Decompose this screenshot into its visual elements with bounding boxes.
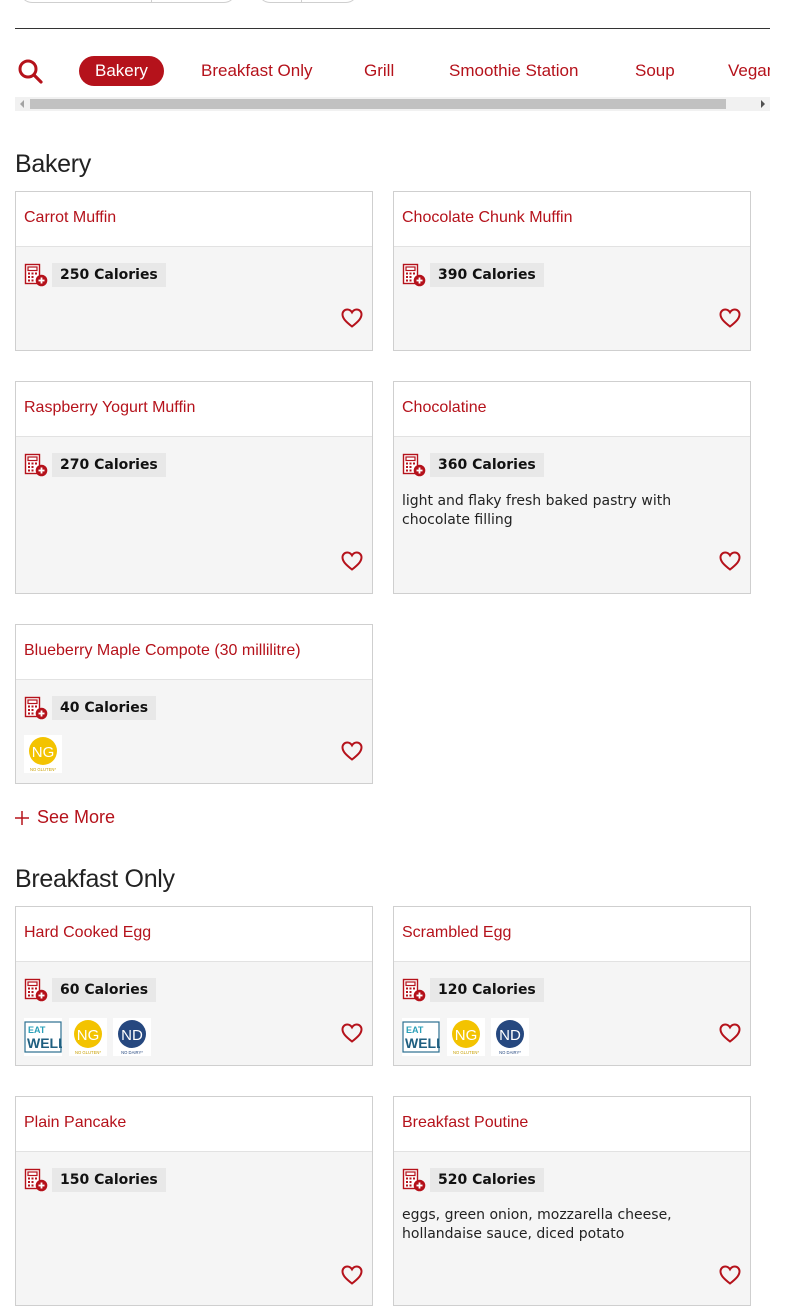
menu-item-name[interactable]: Chocolatine xyxy=(402,399,487,417)
calculator-add-icon[interactable] xyxy=(402,263,426,287)
nd-label: ND xyxy=(121,1027,143,1044)
calorie-badge: 40 Calories xyxy=(52,696,157,720)
tab-breakfast-only[interactable]: Breakfast Only xyxy=(201,56,313,86)
menu-item-name[interactable]: Carrot Muffin xyxy=(24,209,116,227)
card-header: Plain Pancake xyxy=(16,1097,372,1152)
search-icon[interactable] xyxy=(17,58,43,84)
no-gluten-icon[interactable]: NG NO GLUTEN* xyxy=(24,735,62,773)
well-label: WELL xyxy=(27,1035,62,1051)
ng-label: NG xyxy=(32,744,55,761)
filter-pill-group-2[interactable] xyxy=(258,0,358,3)
favorite-heart-icon[interactable] xyxy=(341,551,363,571)
favorite-heart-icon[interactable] xyxy=(719,551,741,571)
eat-well-icon[interactable]: EAT WELL xyxy=(24,1018,62,1056)
calorie-badge: 60 Calories xyxy=(52,978,157,1002)
nd-label: ND xyxy=(499,1027,521,1044)
favorite-heart-icon[interactable] xyxy=(341,1023,363,1043)
card-header: Carrot Muffin xyxy=(16,192,372,247)
category-nav: Bakery Breakfast Only Grill Smoothie Sta… xyxy=(15,52,770,88)
nd-sub-label: NO DAIRY* xyxy=(499,1050,521,1055)
menu-item-name[interactable]: Scrambled Egg xyxy=(402,924,511,942)
tab-vegan[interactable]: Vegan xyxy=(728,56,770,86)
tab-grill[interactable]: Grill xyxy=(364,56,394,86)
card-header: Scrambled Egg xyxy=(394,907,750,962)
scroll-left-icon[interactable] xyxy=(20,100,24,108)
calorie-badge: 270 Calories xyxy=(52,453,166,477)
calculator-add-icon[interactable] xyxy=(402,978,426,1002)
menu-item-card: Carrot Muffin 250 Calories xyxy=(15,191,373,351)
menu-item-description: light and flaky fresh baked pastry with … xyxy=(402,493,672,528)
plus-icon xyxy=(15,811,29,825)
calorie-badge: 390 Calories xyxy=(430,263,544,287)
ng-sub-label: NO GLUTEN* xyxy=(75,1050,101,1055)
calculator-add-icon[interactable] xyxy=(24,696,48,720)
eat-label: EAT xyxy=(406,1025,424,1035)
menu-item-name[interactable]: Breakfast Poutine xyxy=(402,1114,528,1132)
no-dairy-icon[interactable]: ND NO DAIRY* xyxy=(113,1018,151,1056)
calculator-add-icon[interactable] xyxy=(24,1168,48,1192)
card-header: Chocolate Chunk Muffin xyxy=(394,192,750,247)
header-divider xyxy=(15,28,770,29)
tab-bakery[interactable]: Bakery xyxy=(79,56,164,86)
favorite-heart-icon[interactable] xyxy=(341,1265,363,1285)
no-dairy-icon[interactable]: ND NO DAIRY* xyxy=(491,1018,529,1056)
no-gluten-icon[interactable]: NG NO GLUTEN* xyxy=(69,1018,107,1056)
favorite-heart-icon[interactable] xyxy=(341,308,363,328)
no-gluten-icon[interactable]: NG NO GLUTEN* xyxy=(447,1018,485,1056)
favorite-heart-icon[interactable] xyxy=(719,308,741,328)
favorite-heart-icon[interactable] xyxy=(341,741,363,761)
scrollbar-thumb[interactable] xyxy=(30,99,726,109)
menu-item-name[interactable]: Chocolate Chunk Muffin xyxy=(402,209,572,227)
calculator-add-icon[interactable] xyxy=(24,978,48,1002)
calorie-badge: 120 Calories xyxy=(430,978,544,1002)
nd-sub-label: NO DAIRY* xyxy=(121,1050,143,1055)
tab-soup[interactable]: Soup xyxy=(635,56,675,86)
favorite-heart-icon[interactable] xyxy=(719,1023,741,1043)
menu-item-card: Raspberry Yogurt Muffin 270 Calories xyxy=(15,381,373,594)
well-label: WELL xyxy=(405,1035,440,1051)
card-header: Breakfast Poutine xyxy=(394,1097,750,1152)
card-header: Blueberry Maple Compote (30 millilitre) xyxy=(16,625,372,680)
see-more-label: See More xyxy=(37,807,116,827)
ng-label: NG xyxy=(455,1027,478,1044)
calculator-add-icon[interactable] xyxy=(402,453,426,477)
calorie-badge: 520 Calories xyxy=(430,1168,544,1192)
tab-smoothie-station[interactable]: Smoothie Station xyxy=(449,56,578,86)
menu-item-card: Hard Cooked Egg 60 Calories EAT WELL NG … xyxy=(15,906,373,1066)
card-header: Raspberry Yogurt Muffin xyxy=(16,382,372,437)
ng-sub-label: NO GLUTEN* xyxy=(30,767,56,772)
menu-item-name[interactable]: Blueberry Maple Compote (30 millilitre) xyxy=(24,642,301,660)
ng-sub-label: NO GLUTEN* xyxy=(453,1050,479,1055)
card-header: Hard Cooked Egg xyxy=(16,907,372,962)
ng-label: NG xyxy=(77,1027,100,1044)
menu-item-name[interactable]: Raspberry Yogurt Muffin xyxy=(24,399,195,417)
calculator-add-icon[interactable] xyxy=(24,453,48,477)
menu-item-card: Scrambled Egg 120 Calories EAT WELL NG N… xyxy=(393,906,751,1066)
menu-item-name[interactable]: Plain Pancake xyxy=(24,1114,126,1132)
section-title-breakfast-only: Breakfast Only xyxy=(15,865,175,893)
scroll-right-icon[interactable] xyxy=(761,100,765,108)
filter-pill-group-1[interactable] xyxy=(20,0,236,3)
menu-item-card: Chocolate Chunk Muffin 390 Calories xyxy=(393,191,751,351)
eat-well-icon[interactable]: EAT WELL xyxy=(402,1018,440,1056)
card-header: Chocolatine xyxy=(394,382,750,437)
calorie-badge: 360 Calories xyxy=(430,453,544,477)
calculator-add-icon[interactable] xyxy=(24,263,48,287)
calorie-badge: 250 Calories xyxy=(52,263,166,287)
menu-item-card: Plain Pancake 150 Calories xyxy=(15,1096,373,1306)
menu-item-description: eggs, green onion, mozzarella cheese, ho… xyxy=(402,1207,672,1242)
menu-item-name[interactable]: Hard Cooked Egg xyxy=(24,924,151,942)
favorite-heart-icon[interactable] xyxy=(719,1265,741,1285)
calculator-add-icon[interactable] xyxy=(402,1168,426,1192)
menu-item-card: Blueberry Maple Compote (30 millilitre) … xyxy=(15,624,373,784)
section-title-bakery: Bakery xyxy=(15,150,92,178)
eat-label: EAT xyxy=(28,1025,46,1035)
category-scrollbar[interactable] xyxy=(15,97,770,111)
menu-item-card: Breakfast Poutine 520 Calories eggs, gre… xyxy=(393,1096,751,1306)
menu-item-card: Chocolatine 360 Calories light and flaky… xyxy=(393,381,751,594)
calorie-badge: 150 Calories xyxy=(52,1168,166,1192)
